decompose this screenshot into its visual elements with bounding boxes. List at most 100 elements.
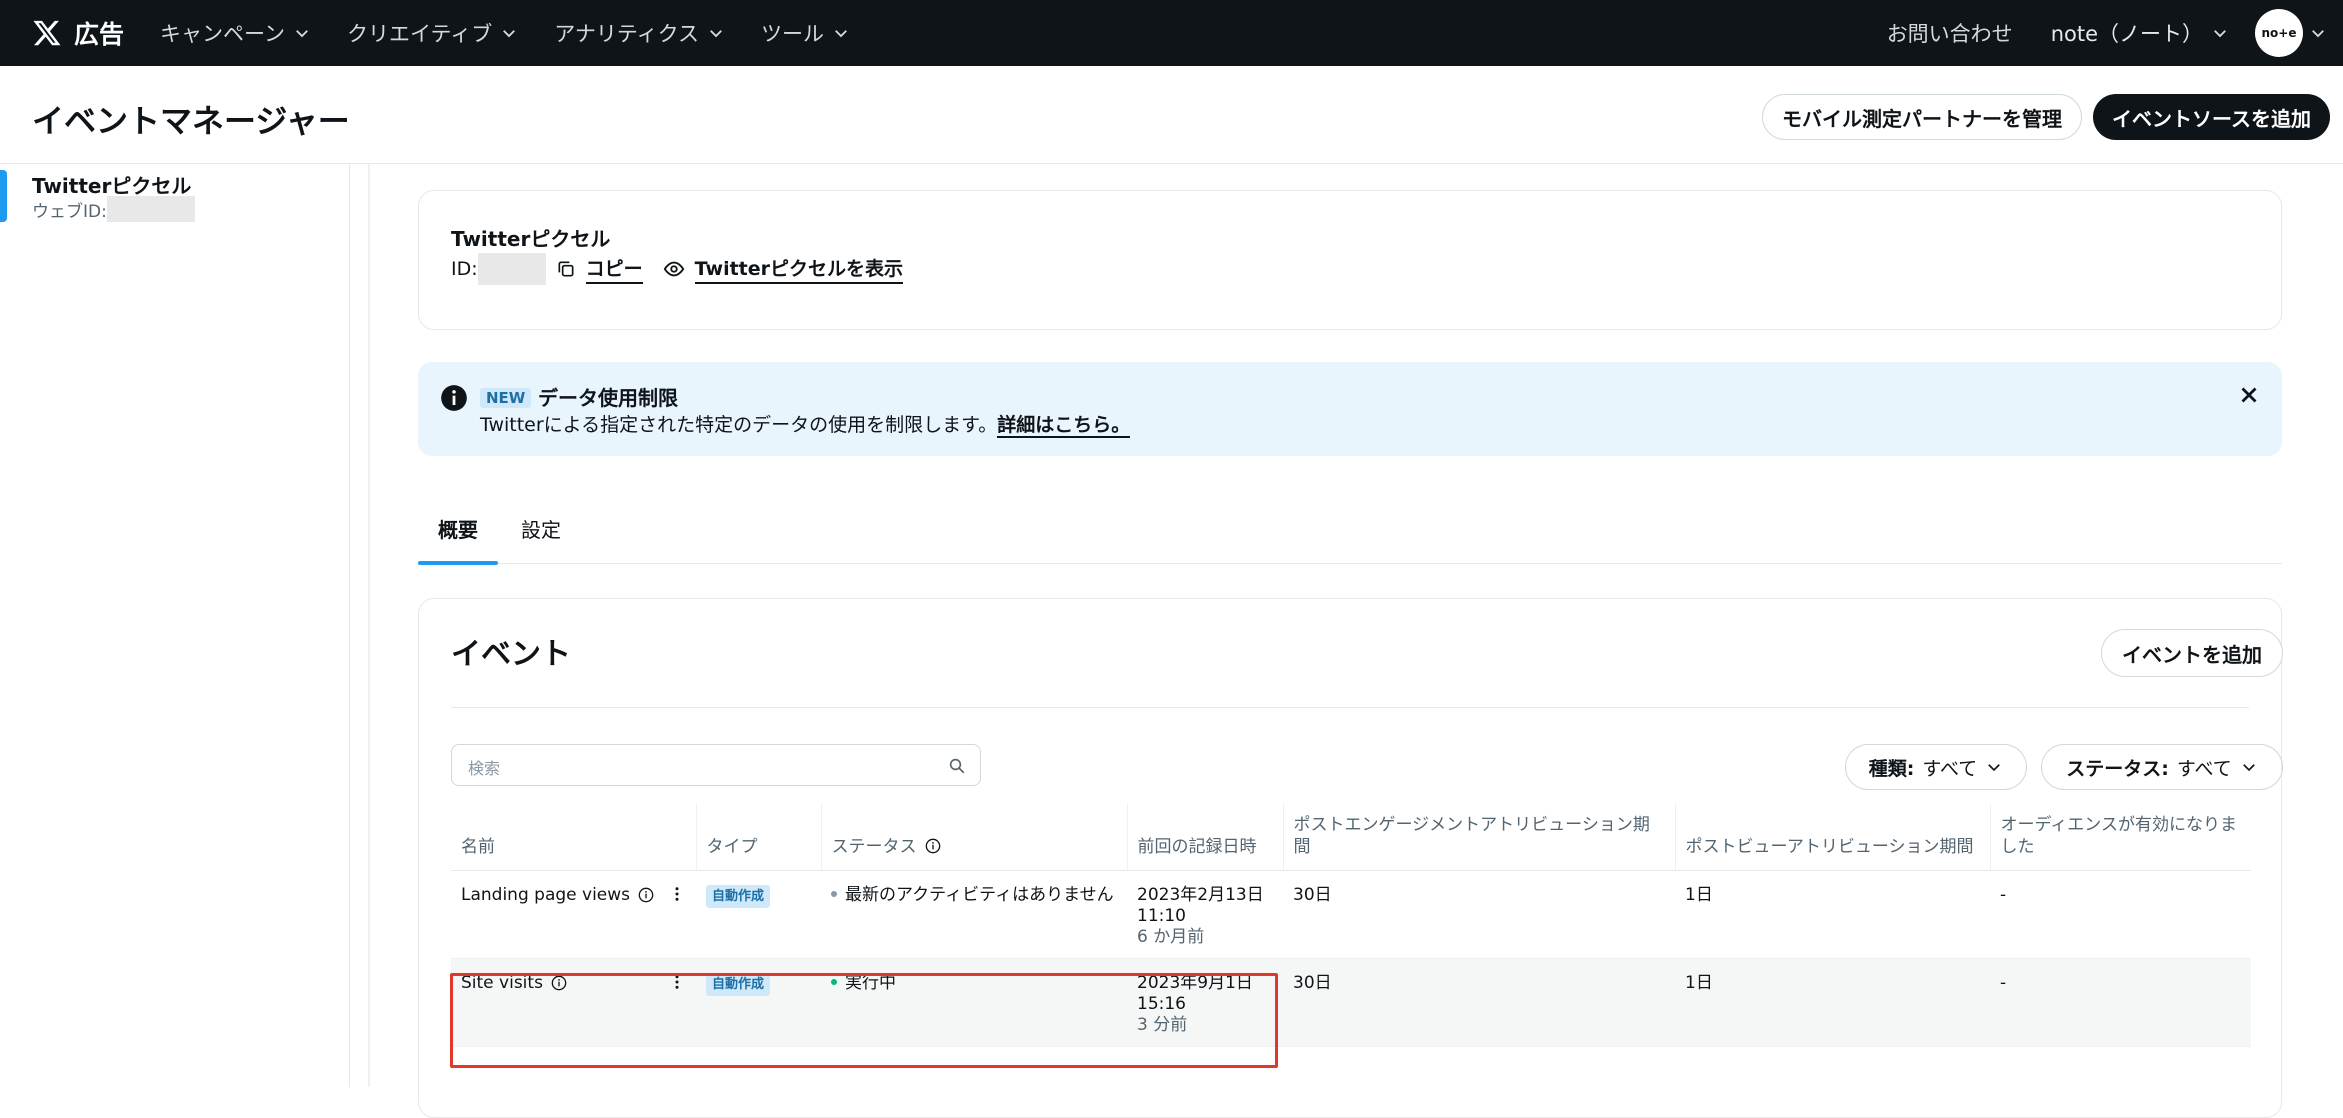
nav-campaigns[interactable]: キャンペーン	[160, 18, 311, 48]
web-id-label: ウェブID:	[32, 201, 107, 222]
recorded-ago: 3 分前	[1137, 1015, 1188, 1035]
status-text: 実行中	[845, 973, 896, 993]
notice-text: Twitterによる指定された特定のデータの使用を制限します。	[480, 414, 998, 436]
add-event-source-button[interactable]: イベントソースを追加	[2093, 94, 2330, 140]
cell-last-recorded: 2023年2月13日 11:10 6 か月前	[1127, 870, 1283, 959]
redacted-pixel-id	[477, 253, 546, 285]
type-badge: 自動作成	[706, 885, 771, 908]
sidebar-item-title[interactable]: Twitterピクセル	[32, 170, 191, 199]
column-label: 前回の記録日時	[1137, 837, 1257, 857]
chevron-down-icon	[2214, 30, 2226, 38]
search-input[interactable]: 検索	[451, 744, 981, 786]
selected-indicator	[0, 170, 7, 222]
nav-label: ツール	[761, 22, 824, 46]
new-badge: NEW	[480, 388, 532, 408]
data-restriction-notice: NEW データ使用制限 Twitterによる指定された特定のデータの使用を制限し…	[418, 362, 2282, 456]
x-logo-icon	[33, 20, 61, 46]
tab-overview[interactable]: 概要	[438, 514, 478, 543]
col-audience[interactable]: オーディエンスが有効になりました	[1990, 804, 2251, 871]
tab-label: 概要	[438, 518, 478, 542]
table-row[interactable]: Site visits 自動作成 実行中 2023年9月1日 15:16 3 分前 …	[451, 958, 2251, 1047]
recorded-date: 2023年2月13日	[1137, 885, 1264, 905]
search-placeholder: 検索	[468, 759, 501, 778]
notice-details-link[interactable]: 詳細はこちら。	[997, 414, 1131, 438]
brand-label: 広告	[74, 20, 125, 49]
column-label: オーディエンスが有効になりました	[2000, 815, 2237, 857]
close-icon[interactable]	[2236, 382, 2262, 408]
info-outline-icon[interactable]	[638, 887, 654, 903]
pixel-id-label: ID:	[451, 258, 478, 280]
brand[interactable]: 広告	[32, 15, 124, 51]
nav-label: クリエイティブ	[346, 22, 493, 46]
table-header-row: 名前 タイプ ステータス 前回の記録日時 ポストエンゲージメントアトリビューショ…	[451, 804, 2251, 871]
col-last-recorded[interactable]: 前回の記録日時	[1127, 804, 1284, 871]
nav-creatives[interactable]: クリエイティブ	[347, 18, 518, 48]
active-tab-underline	[418, 561, 498, 565]
nav-label: アナリティクス	[554, 22, 699, 46]
cell-status: 最新のアクティビティはありません	[821, 870, 1127, 959]
col-name[interactable]: 名前	[451, 804, 697, 871]
top-nav-bar: 広告 キャンペーン クリエイティブ アナリティクス ツール お問い合わせ not…	[0, 0, 2343, 66]
col-status[interactable]: ステータス	[821, 804, 1128, 871]
type-filter-dropdown[interactable]: 種類: すべて	[1845, 744, 2027, 790]
notice-title: データ使用制限	[538, 386, 678, 410]
cell-type: 自動作成	[696, 958, 821, 1047]
info-outline-icon[interactable]	[551, 975, 567, 991]
cell-status: 実行中	[821, 958, 1127, 1047]
col-engagement-window[interactable]: ポストエンゲージメントアトリビューション期間	[1283, 804, 1676, 871]
nav-analytics[interactable]: アナリティクス	[554, 18, 725, 48]
recorded-ago: 6 か月前	[1137, 927, 1205, 947]
column-label: 名前	[461, 837, 495, 857]
account-switcher[interactable]: note（ノート）	[2051, 18, 2229, 48]
pixel-title: Twitterピクセル	[451, 227, 611, 251]
events-card: イベント イベントを追加 検索 種類: すべて ステータス: すべて 名前 タイ…	[418, 598, 2283, 1118]
column-label: ステータス	[831, 837, 917, 857]
copy-link[interactable]: コピー	[585, 254, 643, 284]
type-badge: 自動作成	[706, 973, 771, 996]
search-icon	[949, 758, 965, 774]
avatar[interactable]: no+e	[2255, 9, 2303, 57]
pixel-id-row: ID: コピー Twitterピクセルを表示	[451, 253, 904, 285]
contact-link[interactable]: お問い合わせ	[1887, 18, 2013, 48]
event-name[interactable]: Site visits	[461, 973, 543, 994]
notice-body: Twitterによる指定された特定のデータの使用を制限します。詳細はこちら。	[480, 410, 1131, 438]
recorded-date: 2023年9月1日	[1137, 973, 1253, 993]
column-label: タイプ	[706, 837, 758, 857]
tab-settings[interactable]: 設定	[521, 514, 561, 543]
copy-icon[interactable]	[556, 259, 576, 279]
info-outline-icon[interactable]	[925, 838, 941, 854]
cell-last-recorded: 2023年9月1日 15:16 3 分前	[1127, 958, 1283, 1047]
recorded-time: 11:10	[1137, 906, 1186, 926]
cell-engagement: 30日	[1283, 870, 1675, 959]
events-title: イベント	[451, 637, 571, 672]
view-pixel-link[interactable]: Twitterピクセルを表示	[694, 254, 904, 284]
add-event-button[interactable]: イベントを追加	[2101, 629, 2283, 677]
events-divider	[451, 707, 2249, 708]
chevron-down-icon	[1988, 764, 2001, 772]
column-label: ポストビューアトリビューション期間	[1685, 837, 1974, 857]
chevron-down-icon	[710, 30, 722, 38]
cell-name: Site visits	[451, 958, 696, 1047]
nav-tools[interactable]: ツール	[761, 18, 850, 48]
cell-engagement: 30日	[1283, 958, 1675, 1047]
account-name: note（ノート）	[2050, 22, 2203, 46]
info-icon	[441, 385, 467, 411]
manage-mobile-partner-button[interactable]: モバイル測定パートナーを管理	[1762, 94, 2082, 140]
more-options-icon[interactable]	[668, 885, 686, 903]
col-view-window[interactable]: ポストビューアトリビューション期間	[1675, 804, 1991, 871]
chevron-down-icon[interactable]	[2309, 24, 2327, 42]
cell-audience: -	[1990, 870, 2251, 959]
filter-type-value: すべて	[1922, 757, 1978, 780]
cell-view: 1日	[1675, 870, 1990, 959]
eye-icon[interactable]	[663, 258, 685, 280]
col-type[interactable]: タイプ	[696, 804, 822, 871]
table-row[interactable]: Landing page views 自動作成 最新のアクティビティはありません…	[451, 870, 2251, 959]
more-options-icon[interactable]	[668, 973, 686, 991]
column-label: ポストエンゲージメントアトリビューション期間	[1293, 815, 1650, 857]
filter-type-label: 種類:	[1868, 757, 1915, 780]
event-name[interactable]: Landing page views	[461, 885, 630, 906]
cell-view: 1日	[1675, 958, 1990, 1047]
tab-label: 設定	[521, 518, 561, 542]
nav-label: キャンペーン	[160, 22, 285, 46]
status-filter-dropdown[interactable]: ステータス: すべて	[2041, 744, 2283, 790]
